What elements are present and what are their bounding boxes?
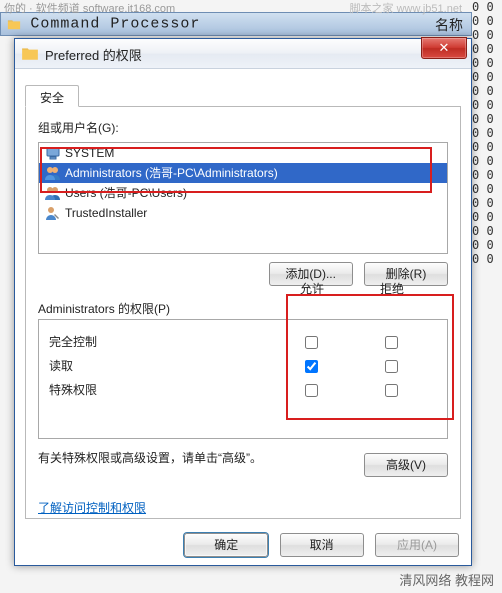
apply-button[interactable]: 应用(A) bbox=[375, 533, 459, 557]
perm-header-deny: 拒绝 bbox=[352, 280, 432, 297]
tab-security[interactable]: 安全 bbox=[25, 85, 79, 107]
users-group-icon bbox=[45, 185, 61, 201]
tab-strip: 安全 bbox=[25, 83, 461, 107]
permissions-dialog: Preferred 的权限 ✕ 安全 组或用户名(G): SYSTEM Admin… bbox=[14, 38, 472, 566]
principal-row[interactable]: TrustedInstaller bbox=[39, 203, 447, 223]
permission-name: 完全控制 bbox=[49, 335, 97, 349]
principal-label: SYSTEM bbox=[65, 146, 114, 160]
allow-checkbox[interactable] bbox=[305, 384, 318, 397]
security-panel: 组或用户名(G): SYSTEM Administrators (浩哥-PC\Ad… bbox=[25, 107, 461, 519]
permission-row: 读取 bbox=[49, 354, 437, 378]
help-link[interactable]: 了解访问控制和权限 bbox=[38, 501, 146, 515]
dialog-folder-icon bbox=[21, 45, 39, 61]
advanced-hint-text: 有关特殊权限或高级设置，请单击“高级”。 bbox=[38, 449, 298, 467]
hex-column: 0 0 0 0 0 0 0 0 0 0 0 0 0 0 0 0 0 0 0 0 … bbox=[472, 0, 502, 593]
permissions-box: 完全控制读取特殊权限 bbox=[38, 319, 448, 439]
allow-checkbox[interactable] bbox=[305, 336, 318, 349]
perm-header-allow: 允许 bbox=[272, 280, 352, 297]
watermark-top-right: 脚本之家 www.jb51.net bbox=[350, 0, 462, 16]
users-group-icon bbox=[45, 165, 61, 181]
watermark-bottom: 清风网络 教程网 bbox=[399, 570, 494, 589]
tab-security-label: 安全 bbox=[40, 91, 64, 105]
close-button[interactable]: ✕ bbox=[421, 37, 467, 59]
principal-row[interactable]: Users (浩哥-PC\Users) bbox=[39, 183, 447, 203]
ok-button[interactable]: 确定 bbox=[184, 533, 268, 557]
user-wrench-icon bbox=[45, 205, 61, 221]
group-or-users-label: 组或用户名(G): bbox=[38, 119, 448, 136]
cmd-processor-label: Command Processor bbox=[30, 16, 200, 33]
dialog-title: Preferred 的权限 bbox=[45, 45, 142, 64]
advanced-button[interactable]: 高级(V) bbox=[364, 453, 448, 477]
deny-checkbox[interactable] bbox=[385, 360, 398, 373]
watermark-top-left: 你的 · 软件频道 software.it168.com bbox=[4, 0, 175, 16]
principal-label: TrustedInstaller bbox=[65, 206, 147, 220]
principal-label: Administrators (浩哥-PC\Administrators) bbox=[65, 166, 278, 180]
computer-icon bbox=[45, 145, 61, 161]
deny-checkbox[interactable] bbox=[385, 384, 398, 397]
principal-row[interactable]: SYSTEM bbox=[39, 143, 447, 163]
column-header-name: 名称 bbox=[435, 15, 463, 35]
cancel-button[interactable]: 取消 bbox=[280, 533, 364, 557]
dialog-button-row: 确定 取消 应用(A) bbox=[15, 533, 471, 557]
folder-icon bbox=[7, 17, 21, 31]
principals-listbox[interactable]: SYSTEM Administrators (浩哥-PC\Administrato… bbox=[38, 142, 448, 254]
permission-row: 完全控制 bbox=[49, 330, 437, 354]
permissions-for-label: Administrators 的权限(P) bbox=[38, 302, 170, 316]
allow-checkbox[interactable] bbox=[305, 360, 318, 373]
permission-name: 特殊权限 bbox=[49, 383, 97, 397]
permission-row: 特殊权限 bbox=[49, 378, 437, 402]
principal-row[interactable]: Administrators (浩哥-PC\Administrators) bbox=[39, 163, 447, 183]
titlebar[interactable]: Preferred 的权限 ✕ bbox=[15, 39, 471, 69]
permission-name: 读取 bbox=[49, 359, 73, 373]
close-icon: ✕ bbox=[439, 40, 450, 55]
deny-checkbox[interactable] bbox=[385, 336, 398, 349]
principal-label: Users (浩哥-PC\Users) bbox=[65, 186, 187, 200]
